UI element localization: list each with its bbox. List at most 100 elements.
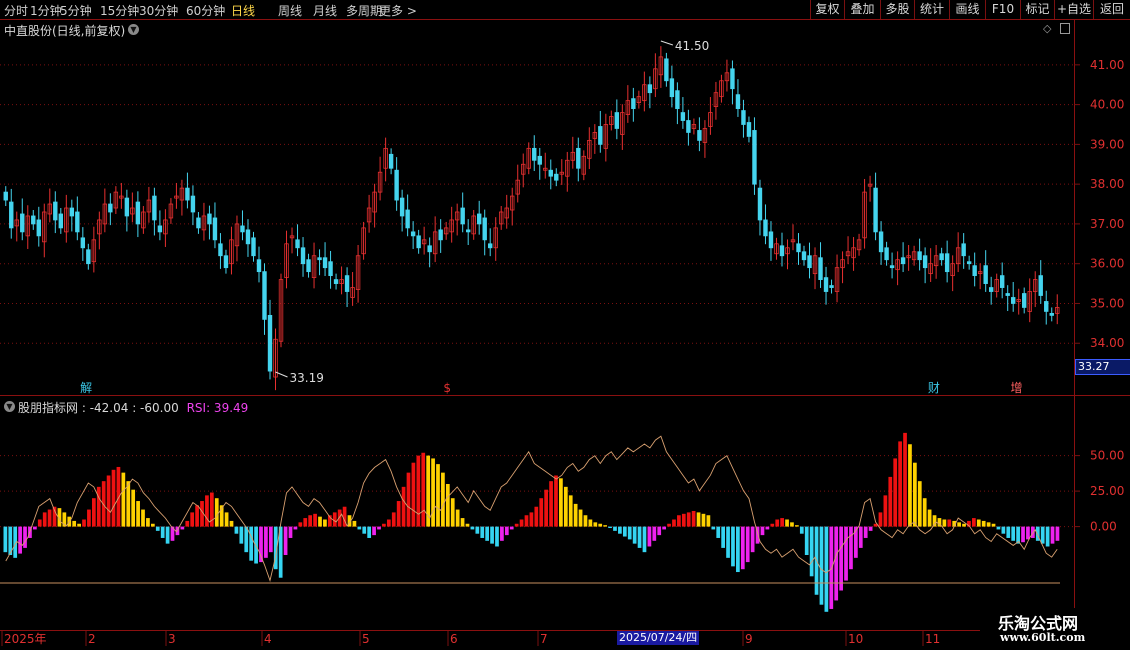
- histogram-bar: [858, 526, 863, 548]
- candle-body: [410, 231, 416, 237]
- candle-body: [322, 257, 328, 269]
- price-tick-label-4: 37.00: [1090, 217, 1124, 231]
- histogram-bar: [72, 520, 77, 527]
- candle-body: [1022, 293, 1027, 308]
- time-axis-label-8: 10: [848, 632, 863, 646]
- histogram-bar: [1011, 526, 1016, 541]
- histogram-bar: [87, 509, 91, 527]
- histogram-bar: [1031, 526, 1035, 538]
- histogram-bar: [519, 519, 524, 527]
- price-tick-label-0: 41.00: [1090, 58, 1124, 72]
- candle-body: [675, 90, 680, 109]
- candle-body: [157, 225, 163, 233]
- histogram-bar: [996, 526, 1001, 530]
- candle-body: [317, 257, 322, 261]
- histogram-bar: [150, 523, 155, 527]
- high-marker-line: [660, 40, 674, 46]
- candle-body: [1049, 313, 1054, 316]
- indicator-tick-label-1: 25.00: [1090, 484, 1124, 498]
- histogram-bar: [455, 509, 460, 527]
- histogram-bar: [362, 526, 367, 534]
- candle-body: [1038, 275, 1043, 296]
- candle-body: [267, 314, 273, 372]
- high-price-label: 41.50: [675, 39, 709, 53]
- candle-body: [223, 255, 229, 269]
- candle-body: [196, 217, 201, 229]
- histogram-bar: [480, 526, 485, 538]
- histogram-bar: [126, 481, 131, 527]
- price-tick-label-1: 40.00: [1090, 98, 1124, 112]
- candle-body: [328, 261, 333, 277]
- histogram-bar: [1050, 526, 1055, 544]
- histogram-bar: [637, 526, 642, 548]
- histogram-bar: [765, 526, 770, 530]
- chart-canvas[interactable]: 41.0040.0039.0038.0037.0036.0035.0034.00…: [0, 0, 1130, 650]
- price-tick-label-3: 38.00: [1090, 177, 1124, 191]
- histogram-bar: [37, 519, 42, 527]
- histogram-bar: [91, 498, 96, 527]
- candle-body: [295, 239, 300, 249]
- histogram-bar: [323, 519, 327, 527]
- histogram-bar: [254, 526, 258, 564]
- histogram-bar: [504, 526, 509, 536]
- histogram-bar: [686, 512, 691, 527]
- current-price-badge: 33.27: [1075, 359, 1130, 375]
- histogram-bar: [249, 526, 254, 561]
- histogram-bar: [888, 476, 893, 527]
- time-axis-label-0: 2025年: [4, 632, 47, 646]
- histogram-bar: [308, 515, 313, 527]
- candle-body: [961, 243, 966, 257]
- histogram-bar: [726, 526, 730, 558]
- histogram-bar: [863, 526, 868, 538]
- candle-body: [477, 213, 482, 225]
- histogram-bar: [141, 509, 145, 527]
- histogram-bar: [357, 526, 362, 530]
- candle-body: [680, 112, 686, 121]
- candle-body: [598, 126, 603, 145]
- histogram-bar: [1040, 526, 1045, 544]
- watermark: 乐淘公式网 www.60lt.com: [980, 608, 1130, 650]
- histogram-bar: [878, 512, 883, 527]
- candle-body: [873, 187, 878, 233]
- histogram-bar: [544, 489, 549, 527]
- histogram-bar: [264, 526, 268, 558]
- candle-body: [394, 169, 399, 201]
- candle-body: [647, 84, 653, 94]
- histogram-bar: [268, 526, 273, 553]
- candle-body: [576, 147, 581, 169]
- histogram-bar: [598, 523, 603, 527]
- candle-body: [807, 255, 812, 269]
- candle-body: [212, 217, 218, 241]
- candle-body: [922, 255, 928, 269]
- event-marker-3: 增: [1010, 381, 1022, 395]
- histogram-bar: [475, 526, 480, 534]
- histogram-bar: [406, 472, 411, 527]
- histogram-bar: [431, 458, 435, 527]
- candle-body: [185, 187, 190, 201]
- histogram-bar: [214, 498, 219, 527]
- histogram-bar: [972, 518, 976, 527]
- price-tick-label-5: 36.00: [1090, 257, 1124, 271]
- histogram-bar: [711, 526, 716, 530]
- candle-body: [939, 253, 944, 261]
- histogram-bar: [652, 526, 657, 541]
- candle-body: [86, 249, 91, 265]
- candle-body: [31, 215, 36, 225]
- histogram-bar: [559, 478, 563, 527]
- histogram-bar: [401, 486, 406, 527]
- histogram-bar: [568, 495, 573, 527]
- candle-body: [763, 219, 768, 237]
- histogram-bar: [603, 525, 608, 527]
- histogram-bar: [185, 520, 190, 527]
- histogram-bar: [411, 462, 416, 527]
- histogram-bar: [441, 472, 445, 527]
- candle-body: [532, 147, 537, 161]
- histogram-bar: [716, 526, 721, 538]
- histogram-bar: [839, 526, 843, 591]
- histogram-bar: [160, 526, 165, 538]
- candle-body: [779, 245, 785, 257]
- histogram-bar: [500, 526, 504, 541]
- candle-body: [75, 211, 80, 233]
- candle-body: [917, 251, 922, 261]
- histogram-bar: [283, 526, 288, 555]
